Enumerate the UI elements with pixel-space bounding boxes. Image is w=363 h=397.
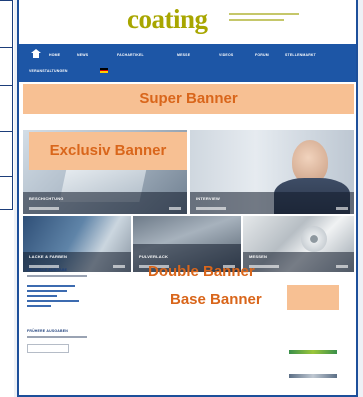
- divider: [0, 47, 12, 48]
- nav-item-veranstaltungen[interactable]: VERANSTALTUNGEN: [29, 69, 68, 73]
- nav-item-news[interactable]: NEWS: [77, 53, 88, 57]
- main-navigation: HOME NEWS FACHARTIKEL MESSE VIDEOS FORUM…: [19, 44, 356, 82]
- article-tile[interactable]: LACKE & FARBEN: [23, 216, 131, 272]
- nav-item-home[interactable]: HOME: [49, 53, 60, 57]
- list-item[interactable]: [27, 290, 67, 292]
- site-logo[interactable]: coating: [127, 4, 208, 35]
- base-banner-label: Base Banner: [170, 291, 262, 308]
- website-frame: coating HOME NEWS FACHARTIKEL MESSE VIDE…: [17, 0, 358, 397]
- small-ad-strips: [289, 350, 337, 381]
- divider: [27, 275, 87, 277]
- divider: [27, 336, 87, 338]
- sidebar-section-title: FRÜHERE AUSGABEN: [27, 329, 68, 333]
- tile-caption: LACKE & FARBEN: [29, 254, 68, 259]
- exclusiv-banner[interactable]: Exclusiv Banner: [29, 132, 187, 170]
- article-tile[interactable]: INTERVIEW: [190, 130, 354, 214]
- nav-item-messe[interactable]: MESSE: [177, 53, 190, 57]
- issue-select[interactable]: [27, 344, 69, 353]
- language-flag-icon[interactable]: [100, 68, 108, 73]
- home-icon[interactable]: [31, 49, 41, 58]
- base-banner-slot[interactable]: [287, 298, 339, 310]
- double-banner-label: Double Banner: [148, 263, 255, 280]
- sidebar: AKTUELLE AUSGABE FRÜHERE AUSGABEN: [27, 268, 123, 394]
- logo-tagline: [229, 13, 299, 33]
- tile-more: [169, 207, 181, 210]
- site-header: coating: [19, 0, 356, 45]
- list-item[interactable]: [27, 300, 79, 302]
- list-item[interactable]: [27, 305, 51, 307]
- nav-item-stellenmarkt[interactable]: STELLENMARKT: [285, 53, 316, 57]
- divider: [0, 176, 12, 177]
- sidebar-section-title: AKTUELLE AUSGABE: [27, 268, 68, 272]
- list-item[interactable]: [27, 285, 75, 287]
- tile-date: [29, 207, 59, 210]
- divider: [0, 85, 12, 86]
- nav-item-forum[interactable]: FORUM: [255, 53, 269, 57]
- tile-caption: PULVERLACK: [139, 254, 169, 259]
- nav-item-videos[interactable]: VIDEOS: [219, 53, 233, 57]
- website-screenshot: coating HOME NEWS FACHARTIKEL MESSE VIDE…: [14, 0, 363, 397]
- nav-item-fachartikel[interactable]: FACHARTIKEL: [117, 53, 144, 57]
- ad-strip[interactable]: [289, 374, 337, 378]
- tile-more: [336, 265, 348, 268]
- list-item[interactable]: [27, 295, 57, 297]
- super-banner[interactable]: Super Banner: [23, 84, 354, 114]
- tile-caption: INTERVIEW: [196, 196, 220, 201]
- tile-caption: BESCHICHTUNG: [29, 196, 64, 201]
- divider: [0, 131, 12, 132]
- article-tile[interactable]: MESSEN: [243, 216, 354, 272]
- tile-more: [336, 207, 348, 210]
- tile-caption: MESSEN: [249, 254, 268, 259]
- ad-strip[interactable]: [289, 350, 337, 354]
- tile-date: [196, 207, 226, 210]
- left-partial-panel: [0, 0, 13, 210]
